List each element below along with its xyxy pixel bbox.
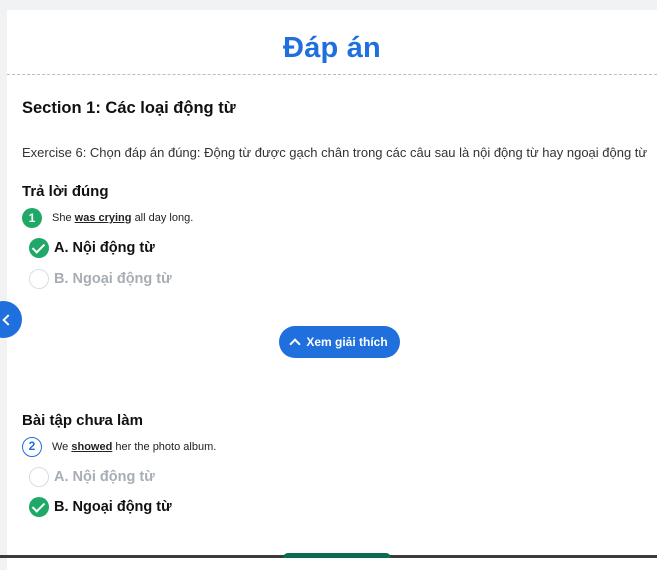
question-number-badge: 1 bbox=[22, 208, 42, 228]
answer-option-label: B. Ngoại động từ bbox=[54, 271, 172, 287]
empty-radio-icon bbox=[29, 467, 49, 487]
question-text-before: She bbox=[52, 212, 72, 224]
chevron-up-icon bbox=[289, 338, 301, 350]
answer-option-label: B. Ngoại động từ bbox=[54, 499, 172, 515]
question-underlined-verb: showed bbox=[71, 441, 113, 453]
question-status-label: Bài tập chưa làm bbox=[22, 412, 143, 429]
exercise-instruction: Exercise 6: Chọn đáp án đúng: Động từ đư… bbox=[22, 145, 648, 160]
question-text: We showed her the photo album. bbox=[52, 441, 216, 453]
view-explanation-button[interactable]: Xem giải thích bbox=[279, 326, 400, 358]
question-text-before: We bbox=[52, 441, 69, 453]
title-divider bbox=[7, 74, 657, 75]
question-text-after: her the photo album. bbox=[115, 441, 217, 453]
answer-option-a[interactable]: A. Nội động từ bbox=[29, 466, 155, 488]
view-explanation-label: Xem giải thích bbox=[306, 335, 388, 349]
question-text: She was crying all day long. bbox=[52, 212, 193, 224]
question-number-badge: 2 bbox=[22, 437, 42, 457]
answer-option-label: A. Nội động từ bbox=[54, 469, 155, 485]
answer-option-b[interactable]: B. Ngoại động từ bbox=[29, 496, 172, 518]
page-title: Đáp án bbox=[283, 32, 381, 64]
question-underlined-verb: was crying bbox=[74, 212, 132, 224]
question-status-label: Trả lời đúng bbox=[22, 183, 109, 200]
chevron-left-icon bbox=[2, 314, 14, 326]
check-circle-icon bbox=[29, 497, 49, 517]
question-text-after: all day long. bbox=[134, 212, 194, 224]
answer-option-b[interactable]: B. Ngoại động từ bbox=[29, 268, 172, 290]
answer-option-a[interactable]: A. Nội động từ bbox=[29, 237, 155, 259]
answer-option-label: A. Nội động từ bbox=[54, 240, 155, 256]
answer-card: Đáp án Section 1: Các loại động từ Exerc… bbox=[7, 10, 657, 570]
check-circle-icon bbox=[29, 238, 49, 258]
section-title: Section 1: Các loại động từ bbox=[22, 99, 236, 117]
empty-radio-icon bbox=[29, 269, 49, 289]
bottom-action-button[interactable] bbox=[283, 553, 391, 558]
